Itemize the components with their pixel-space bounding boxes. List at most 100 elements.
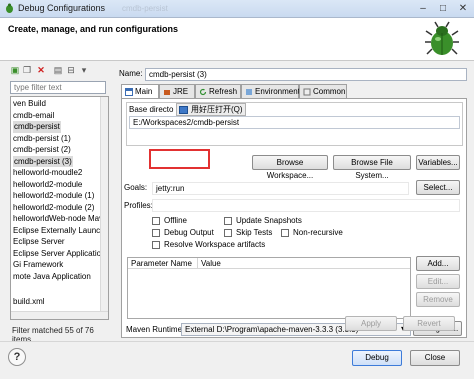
tree-item[interactable]: helloworldWeb-node Mav	[13, 213, 103, 225]
value-header[interactable]: Value	[201, 259, 221, 268]
profiles-label: Profiles:	[124, 201, 153, 210]
config-tree[interactable]: ven Build cmdb-email cmdb-persist cmdb-p…	[10, 96, 109, 320]
add-parameter-button[interactable]: Add...	[416, 256, 460, 271]
apply-button[interactable]: Apply	[345, 316, 397, 331]
checkbox-box	[152, 217, 160, 225]
goals-label: Goals:	[124, 183, 148, 192]
context-menu-tooltip[interactable]: 用好压打开(Q)	[176, 103, 246, 116]
tab-bar: Main JRE Refresh Environment Common	[121, 84, 467, 99]
maximize-button[interactable]: □	[434, 3, 452, 15]
delete-icon[interactable]: ✕	[36, 65, 46, 75]
goals-highlight-box	[149, 149, 210, 169]
profiles-field[interactable]	[152, 199, 460, 212]
tree-item[interactable]: mote Java Application	[13, 271, 91, 283]
main-tab-icon	[125, 88, 133, 96]
tree-item[interactable]: cmdb-email	[13, 110, 54, 122]
checkbox-label: Resolve Workspace artifacts	[164, 240, 266, 249]
refresh-tab-icon	[199, 88, 207, 96]
dialog-header: Create, manage, and run configurations	[0, 18, 474, 61]
parameter-name-header[interactable]: Parameter Name	[131, 259, 192, 268]
tree-item[interactable]: cmdb-persist (1)	[13, 133, 71, 145]
filter-icon[interactable]: ▤	[53, 65, 63, 75]
header-title: Create, manage, and run configurations	[8, 24, 179, 34]
goals-field[interactable]: jetty:run	[152, 182, 409, 195]
config-list-pane: ▣ ❐ ✕ ▤ ⊟ ▾ ven Build cmdb-email cmdb-pe…	[6, 64, 111, 344]
revert-button[interactable]: Revert	[403, 316, 455, 331]
tooltip-text: 用好压打开(Q)	[191, 105, 243, 114]
select-goals-button[interactable]: Select...	[416, 180, 460, 195]
filter-input[interactable]	[10, 81, 106, 94]
new-config-icon[interactable]: ▣	[10, 65, 20, 75]
table-header: Parameter Name Value	[128, 258, 410, 269]
tree-item-selected[interactable]: cmdb-persist (3)	[13, 155, 73, 167]
minimize-button[interactable]: –	[414, 3, 432, 15]
environment-tab-icon	[246, 89, 252, 95]
tree-item[interactable]: helloworld2-module	[13, 179, 82, 191]
tab-label: Main	[135, 87, 153, 96]
tree-item[interactable]: helloworld2-module (1)	[13, 190, 94, 202]
config-editor-pane: Name: cmdb-persist (3) Main JRE Refresh …	[117, 64, 469, 339]
tree-item[interactable]: Gi Framework	[13, 259, 63, 271]
close-button[interactable]: Close	[410, 350, 460, 366]
checkbox-box	[152, 229, 160, 237]
tab-common[interactable]: Common	[299, 84, 347, 98]
debug-output-checkbox[interactable]: Debug Output	[152, 228, 214, 238]
checkbox-label: Update Snapshots	[236, 216, 302, 225]
duplicate-icon[interactable]: ❐	[22, 65, 32, 75]
checkbox-box	[224, 217, 232, 225]
variables-button[interactable]: Variables...	[416, 155, 460, 170]
tab-refresh[interactable]: Refresh	[195, 84, 241, 98]
base-directory-field[interactable]: E:/Workspaces2/cmdb-persist	[129, 116, 460, 129]
tab-jre[interactable]: JRE	[159, 84, 195, 98]
name-label: Name:	[119, 69, 143, 78]
edit-parameter-button[interactable]: Edit...	[416, 274, 460, 289]
config-toolbar: ▣ ❐ ✕ ▤ ⊟ ▾	[6, 64, 106, 77]
checkbox-box	[281, 229, 289, 237]
tree-item[interactable]: Eclipse Server	[13, 236, 65, 248]
tree-item[interactable]: ven Build	[13, 98, 46, 110]
non-recursive-checkbox[interactable]: Non-recursive	[281, 228, 343, 238]
tab-label: Environment	[255, 87, 300, 96]
common-tab-icon	[303, 88, 311, 96]
checkbox-box	[152, 241, 160, 249]
view-menu-icon[interactable]: ▾	[79, 65, 89, 75]
tree-item[interactable]: build.xml	[13, 296, 45, 308]
main-tab-panel: Base directo E:/Workspaces2/cmdb-persist…	[121, 98, 467, 338]
column-divider	[197, 258, 198, 269]
vertical-scrollbar[interactable]	[100, 97, 108, 319]
tree-item[interactable]: helloworld2-module (2)	[13, 202, 94, 214]
maven-runtime-label: Maven Runtime:	[126, 325, 185, 334]
help-button[interactable]: ?	[8, 348, 26, 366]
tree-item[interactable]: Eclipse Server Application	[13, 248, 106, 260]
checkbox-label: Skip Tests	[236, 228, 273, 237]
skip-tests-checkbox[interactable]: Skip Tests	[224, 228, 272, 238]
tab-main[interactable]: Main	[121, 84, 159, 99]
parameters-table[interactable]: Parameter Name Value	[127, 257, 411, 319]
tree-item-selected[interactable]: cmdb-persist	[13, 121, 61, 133]
checkbox-box	[224, 229, 232, 237]
tab-label: Refresh	[209, 87, 238, 96]
tree-item[interactable]: helloworld-moudle2	[13, 167, 82, 179]
checkbox-label: Offline	[164, 216, 187, 225]
remove-parameter-button[interactable]: Remove	[416, 292, 460, 307]
debug-button[interactable]: Debug	[352, 350, 402, 366]
browse-workspace-button[interactable]: Browse Workspace...	[252, 155, 328, 180]
offline-checkbox[interactable]: Offline	[152, 216, 187, 226]
horizontal-scrollbar[interactable]	[11, 311, 108, 319]
tree-item[interactable]: Eclipse Externally Launche	[13, 225, 108, 237]
resolve-workspace-checkbox[interactable]: Resolve Workspace artifacts	[152, 240, 265, 250]
tab-label: Common	[313, 87, 346, 96]
jre-tab-icon	[164, 90, 170, 95]
tree-item[interactable]: cmdb-persist (2)	[13, 144, 71, 156]
update-snapshots-checkbox[interactable]: Update Snapshots	[224, 216, 302, 226]
tab-environment[interactable]: Environment	[241, 84, 300, 98]
background-window-text: cmdb-persist	[122, 4, 168, 13]
name-field[interactable]: cmdb-persist (3)	[145, 68, 467, 81]
archive-icon	[179, 106, 188, 114]
collapse-all-icon[interactable]: ⊟	[66, 65, 76, 75]
base-directory-label: Base directo	[129, 105, 175, 114]
close-window-button[interactable]: ✕	[454, 3, 472, 15]
window-title: Debug Configurations	[18, 3, 106, 13]
browse-file-system-button[interactable]: Browse File System...	[333, 155, 411, 180]
checkbox-label: Non-recursive	[293, 228, 343, 237]
